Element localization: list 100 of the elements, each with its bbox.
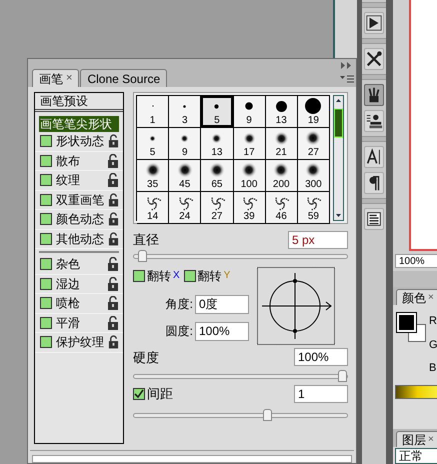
brush-tip[interactable]: 65: [201, 160, 234, 192]
foreground-swatch[interactable]: [397, 313, 416, 332]
brush-tip[interactable]: 3: [169, 96, 202, 128]
wrench-screwdriver-icon: [365, 49, 383, 69]
list-item[interactable]: 喷枪: [56, 294, 103, 312]
list-item[interactable]: 散布: [56, 152, 103, 170]
soft-brush-icon: [241, 162, 258, 178]
soft-brush-icon: [305, 130, 322, 146]
brush-size: 19: [308, 115, 319, 127]
input-field[interactable]: 5 px: [288, 230, 348, 249]
checkbox[interactable]: [40, 154, 52, 167]
close-icon[interactable]: ×: [428, 290, 434, 306]
checkbox[interactable]: [40, 297, 52, 310]
list-item[interactable]: 双重画笔: [56, 190, 104, 209]
brush-size: 59: [308, 211, 319, 223]
brush-tip[interactable]: 5: [201, 96, 234, 128]
brush-tip[interactable]: 14: [137, 192, 170, 224]
panel-tab[interactable]: 图层 ×: [396, 431, 437, 447]
checkbox[interactable]: [184, 270, 196, 282]
list-item[interactable]: 平滑: [56, 314, 103, 332]
brush-tip[interactable]: 21: [266, 128, 298, 160]
checkbox[interactable]: [40, 135, 52, 148]
blend-mode-dropdown[interactable]: 正常: [395, 448, 437, 464]
brush-tip[interactable]: 19: [298, 96, 330, 128]
checkbox[interactable]: [133, 388, 145, 400]
brush-size: 300: [305, 179, 322, 191]
tool-button[interactable]: [364, 208, 384, 230]
brush-tip[interactable]: 300: [298, 160, 330, 192]
checkbox[interactable]: [40, 258, 52, 270]
soft-brush-icon: [176, 162, 193, 178]
tool-button[interactable]: [364, 172, 384, 194]
close-icon[interactable]: ×: [428, 432, 434, 447]
list-item[interactable]: 其他动态: [56, 230, 104, 248]
list-item[interactable]: 保护纹理: [56, 333, 104, 352]
list-header[interactable]: 画笔预设: [35, 93, 123, 112]
list-item[interactable]: 形状动态: [56, 132, 104, 150]
checkbox[interactable]: [40, 278, 52, 290]
brush-dot-icon: [276, 100, 287, 112]
brush-tip[interactable]: 35: [137, 160, 170, 192]
slider-thumb[interactable]: [138, 250, 148, 262]
brush-tip[interactable]: 27: [201, 192, 234, 224]
color-ramp[interactable]: [395, 384, 437, 399]
brush-size: 3: [182, 115, 188, 127]
brush-tip[interactable]: 27: [298, 128, 330, 160]
brush-size: 9: [246, 115, 252, 127]
brush-tip[interactable]: 39: [234, 192, 266, 224]
brush-tip[interactable]: 13: [201, 128, 234, 160]
checkbox[interactable]: [40, 213, 52, 226]
brush-tip[interactable]: 17: [234, 128, 266, 160]
tool-button[interactable]: [364, 84, 384, 106]
lock-icon: [107, 154, 119, 168]
panel-tab[interactable]: 画笔 ×: [32, 69, 80, 87]
brush-size: 1: [150, 115, 156, 127]
soft-brush-icon: [149, 134, 156, 142]
field-label: 角度:: [166, 296, 193, 313]
brush-size: 39: [244, 211, 255, 223]
brush-tip[interactable]: 46: [266, 192, 298, 224]
soft-brush-icon: [242, 132, 256, 144]
input-field[interactable]: 1: [294, 384, 348, 403]
checkbox[interactable]: [40, 174, 52, 186]
panel-tab[interactable]: Clone Source: [80, 69, 168, 87]
brush-size: 35: [147, 179, 158, 191]
close-icon[interactable]: ×: [66, 70, 72, 87]
tool-button[interactable]: [364, 146, 384, 168]
input-field[interactable]: 100%: [195, 322, 249, 340]
brush-size: 65: [211, 179, 222, 191]
menu-icon: [340, 75, 354, 83]
brush-tip[interactable]: 100: [234, 160, 266, 192]
checkbox[interactable]: [133, 270, 145, 282]
brush-tip[interactable]: 45: [169, 160, 202, 192]
list-item[interactable]: 画笔笔尖形状: [39, 116, 119, 132]
list-item[interactable]: 颜色动态: [56, 210, 104, 228]
brush-tip[interactable]: 5: [137, 128, 170, 160]
brush-tip[interactable]: 1: [137, 96, 170, 128]
zoom-field[interactable]: 100%: [395, 254, 437, 268]
brush-tip[interactable]: 200: [266, 160, 298, 192]
checkbox-label: 翻转: [147, 268, 171, 284]
tool-button[interactable]: [364, 12, 384, 34]
checkbox[interactable]: [40, 232, 52, 245]
checkbox[interactable]: [40, 194, 52, 206]
tool-button[interactable]: [364, 110, 384, 132]
soft-brush-icon: [211, 132, 222, 144]
list-item[interactable]: 杂色: [56, 255, 103, 274]
brush-tip[interactable]: 9: [169, 128, 202, 160]
brush-tip[interactable]: 13: [266, 96, 298, 128]
list-item[interactable]: 纹理: [56, 171, 103, 190]
slider-thumb[interactable]: [338, 370, 347, 382]
checkbox[interactable]: [40, 316, 52, 329]
brush-tip[interactable]: 9: [234, 96, 266, 128]
tool-button[interactable]: [364, 48, 384, 70]
soft-brush-icon: [273, 162, 290, 178]
slider-thumb[interactable]: [262, 408, 272, 420]
field-label: 硬度: [133, 348, 159, 366]
brush-tip[interactable]: 59: [298, 192, 330, 224]
panel-tab[interactable]: 颜色 ×: [396, 289, 437, 306]
checkbox[interactable]: [40, 336, 52, 348]
input-field[interactable]: 0度: [195, 294, 249, 314]
list-item[interactable]: 湿边: [56, 274, 103, 293]
input-field[interactable]: 100%: [294, 348, 348, 366]
brush-tip[interactable]: 24: [169, 192, 202, 224]
